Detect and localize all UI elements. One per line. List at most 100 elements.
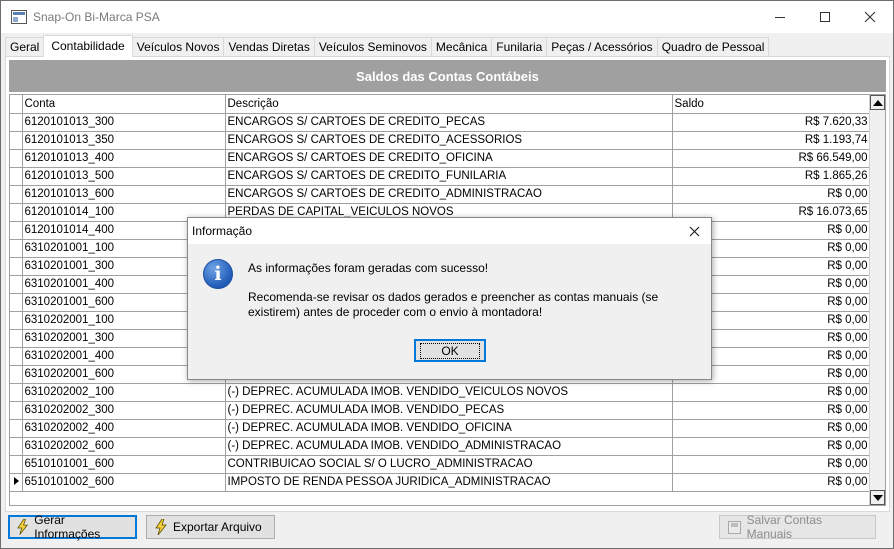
cell-descricao[interactable]: ENCARGOS S/ CARTOES DE CREDITO_ADMINISTR… — [225, 185, 673, 204]
tab-veiculos-seminovos[interactable]: Veículos Seminovos — [313, 37, 432, 57]
cell-saldo[interactable]: R$ 0,00 — [672, 473, 872, 492]
table-row[interactable]: 6310202002_600 (-) DEPREC. ACUMULADA IMOB… — [10, 437, 872, 456]
lightning-icon — [155, 519, 167, 535]
table-row[interactable]: 6510101001_600 CONTRIBUICAO SOCIAL S/ O L… — [10, 455, 872, 474]
table-row[interactable]: 6120101013_500 ENCARGOS S/ CARTOES DE CRE… — [10, 167, 872, 186]
cell-saldo[interactable]: R$ 0,00 — [672, 401, 872, 420]
tab-pecas-acessorios[interactable]: Peças / Acessórios — [546, 37, 658, 57]
row-indicator[interactable] — [10, 329, 23, 348]
arrow-down-icon — [872, 494, 883, 501]
tab-funilaria[interactable]: Funilaria — [491, 37, 548, 57]
cell-saldo[interactable]: R$ 66.549,00 — [672, 149, 872, 168]
row-indicator[interactable] — [10, 311, 23, 330]
table-row[interactable]: 6310202002_400 (-) DEPREC. ACUMULADA IMOB… — [10, 419, 872, 438]
table-row[interactable]: 6310202002_300 (-) DEPREC. ACUMULADA IMOB… — [10, 401, 872, 420]
minimize-icon — [775, 16, 785, 18]
row-indicator[interactable] — [10, 275, 23, 294]
cell-descricao[interactable]: IMPOSTO DE RENDA PESSOA JURIDICA_ADMINIS… — [225, 473, 673, 492]
row-indicator[interactable] — [10, 221, 23, 240]
cell-descricao[interactable]: (-) DEPREC. ACUMULADA IMOB. VENDIDO_VEIC… — [225, 383, 673, 402]
row-indicator[interactable] — [10, 401, 23, 420]
tab-mecanica[interactable]: Mecânica — [430, 37, 493, 57]
row-indicator[interactable] — [10, 185, 23, 204]
column-header-descricao[interactable]: Descrição — [225, 95, 673, 114]
ok-label: OK — [420, 342, 480, 359]
salvar-contas-manuais-button[interactable]: Salvar Contas Manuais — [719, 513, 876, 541]
row-indicator[interactable] — [10, 383, 23, 402]
row-indicator[interactable] — [10, 455, 23, 474]
ok-button[interactable]: OK — [414, 339, 486, 362]
row-indicator[interactable] — [10, 203, 23, 222]
cell-conta[interactable]: 6120101013_600 — [22, 185, 226, 204]
table-row[interactable]: 6120101013_350 ENCARGOS S/ CARTOES DE CRE… — [10, 131, 872, 150]
gerar-informacoes-label: Gerar Informações — [34, 513, 101, 541]
cell-saldo[interactable]: R$ 0,00 — [672, 185, 872, 204]
cell-conta[interactable]: 6310202002_600 — [22, 437, 226, 456]
row-indicator[interactable] — [10, 239, 23, 258]
cell-saldo[interactable]: R$ 1.865,26 — [672, 167, 872, 186]
cell-saldo[interactable]: R$ 0,00 — [672, 383, 872, 402]
row-indicator[interactable] — [10, 167, 23, 186]
row-indicator[interactable] — [10, 473, 23, 492]
scroll-down-button[interactable] — [870, 490, 885, 505]
cell-conta[interactable]: 6310202002_300 — [22, 401, 226, 420]
tab-vendas-diretas[interactable]: Vendas Diretas — [223, 37, 315, 57]
cell-conta[interactable]: 6120101013_400 — [22, 149, 226, 168]
row-indicator[interactable] — [10, 365, 23, 384]
row-indicator[interactable] — [10, 293, 23, 312]
app-window-icon — [11, 10, 27, 24]
cell-conta[interactable]: 6120101013_500 — [22, 167, 226, 186]
table-row[interactable]: 6510101002_600 IMPOSTO DE RENDA PESSOA JU… — [10, 473, 872, 492]
row-indicator[interactable] — [10, 437, 23, 456]
row-indicator[interactable] — [10, 113, 23, 132]
exportar-arquivo-button[interactable]: Exportar Arquivo — [146, 515, 275, 539]
cell-conta[interactable]: 6510101002_600 — [22, 473, 226, 492]
lightning-icon — [17, 519, 29, 535]
cell-descricao[interactable]: CONTRIBUICAO SOCIAL S/ O LUCRO_ADMINISTR… — [225, 455, 673, 474]
table-row[interactable]: 6120101013_600 ENCARGOS S/ CARTOES DE CRE… — [10, 185, 872, 204]
column-header-conta[interactable]: Conta — [22, 95, 226, 114]
cell-conta[interactable]: 6120101013_350 — [22, 131, 226, 150]
cell-descricao[interactable]: ENCARGOS S/ CARTOES DE CREDITO_FUNILARIA — [225, 167, 673, 186]
dialog-close-button[interactable] — [677, 218, 711, 244]
cell-conta[interactable]: 6310202002_400 — [22, 419, 226, 438]
tab-quadro-de-pessoal[interactable]: Quadro de Pessoal — [656, 37, 770, 57]
cell-descricao[interactable]: (-) DEPREC. ACUMULADA IMOB. VENDIDO_ADMI… — [225, 437, 673, 456]
save-icon — [728, 520, 741, 534]
close-button[interactable] — [847, 1, 893, 33]
cell-conta[interactable]: 6120101013_300 — [22, 113, 226, 132]
cell-descricao[interactable]: ENCARGOS S/ CARTOES DE CREDITO_PECAS — [225, 113, 673, 132]
column-header-saldo[interactable]: Saldo — [672, 95, 872, 114]
info-dialog: Informação i As informações foram gerada… — [187, 217, 712, 380]
cell-saldo[interactable]: R$ 0,00 — [672, 437, 872, 456]
row-indicator[interactable] — [10, 347, 23, 366]
tab-contabilidade[interactable]: Contabilidade — [43, 35, 133, 57]
scroll-up-button[interactable] — [870, 95, 885, 110]
cell-conta[interactable]: 6510101001_600 — [22, 455, 226, 474]
cell-descricao[interactable]: (-) DEPREC. ACUMULADA IMOB. VENDIDO_OFIC… — [225, 419, 673, 438]
gerar-informacoes-button[interactable]: Gerar Informações — [8, 513, 137, 541]
cell-saldo[interactable]: R$ 0,00 — [672, 419, 872, 438]
title-bar[interactable]: Snap-On Bi-Marca PSA — [1, 1, 893, 33]
row-indicator[interactable] — [10, 257, 23, 276]
cell-conta[interactable]: 6310202002_100 — [22, 383, 226, 402]
minimize-button[interactable] — [757, 1, 803, 33]
maximize-button[interactable] — [802, 1, 848, 33]
table-row[interactable]: 6310202002_100 (-) DEPREC. ACUMULADA IMOB… — [10, 383, 872, 402]
row-indicator[interactable] — [10, 131, 23, 150]
cell-saldo[interactable]: R$ 1.193,74 — [672, 131, 872, 150]
tab-geral[interactable]: Geral — [5, 37, 45, 57]
cell-descricao[interactable]: ENCARGOS S/ CARTOES DE CREDITO_ACESSORIO… — [225, 131, 673, 150]
dialog-title-bar[interactable]: Informação — [188, 218, 711, 244]
cell-descricao[interactable]: ENCARGOS S/ CARTOES DE CREDITO_OFICINA — [225, 149, 673, 168]
cell-saldo[interactable]: R$ 7.620,33 — [672, 113, 872, 132]
table-row[interactable]: 6120101013_300 ENCARGOS S/ CARTOES DE CRE… — [10, 113, 872, 132]
salvar-contas-manuais-label: Salvar Contas Manuais — [746, 513, 823, 541]
row-indicator[interactable] — [10, 419, 23, 438]
cell-saldo[interactable]: R$ 0,00 — [672, 455, 872, 474]
cell-descricao[interactable]: (-) DEPREC. ACUMULADA IMOB. VENDIDO_PECA… — [225, 401, 673, 420]
table-row[interactable]: 6120101013_400 ENCARGOS S/ CARTOES DE CRE… — [10, 149, 872, 168]
vertical-scrollbar[interactable] — [869, 95, 885, 505]
tab-veiculos-novos[interactable]: Veículos Novos — [131, 37, 225, 57]
row-indicator[interactable] — [10, 149, 23, 168]
